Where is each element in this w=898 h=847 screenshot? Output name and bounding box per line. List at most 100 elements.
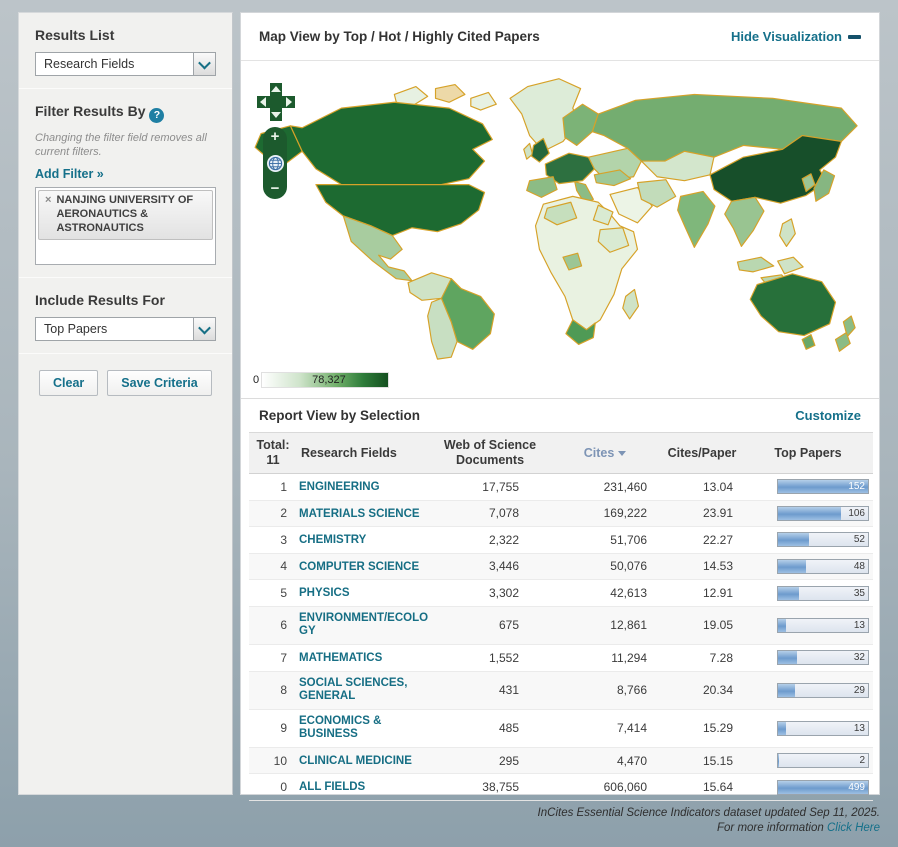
click-here-link[interactable]: Click Here bbox=[827, 822, 880, 834]
top-papers-value: 499 bbox=[848, 781, 865, 793]
row-cites: 8,766 bbox=[549, 670, 661, 710]
top-papers-value: 35 bbox=[853, 587, 865, 599]
column-header-cites-per-paper[interactable]: Cites/Paper bbox=[661, 432, 743, 474]
map-view-title: Map View by Top / Hot / Highly Cited Pap… bbox=[259, 29, 540, 44]
top-papers-value: 32 bbox=[853, 652, 865, 664]
column-header-total: Total: 11 bbox=[249, 432, 297, 474]
research-field-link[interactable]: CLINICAL MEDICINE bbox=[299, 755, 412, 769]
research-field-link[interactable]: SOCIAL SCIENCES, GENERAL bbox=[299, 677, 429, 704]
row-wos-documents: 7,078 bbox=[431, 499, 549, 527]
row-cites-per-paper: 23.91 bbox=[661, 499, 743, 527]
report-table-header-row: Total: 11 Research Fields Web of Science… bbox=[249, 432, 873, 474]
map-view-header: Map View by Top / Hot / Highly Cited Pap… bbox=[241, 13, 879, 61]
world-map[interactable] bbox=[247, 65, 875, 365]
table-row: 0 ALL FIELDS 38,755 606,060 15.64 499 bbox=[249, 773, 873, 801]
research-field-link[interactable]: ECONOMICS & BUSINESS bbox=[299, 715, 429, 742]
more-info-text: For more information bbox=[717, 821, 824, 834]
row-cites: 606,060 bbox=[549, 773, 661, 801]
row-rank: 5 bbox=[249, 579, 297, 607]
remove-filter-icon[interactable]: × bbox=[45, 194, 51, 235]
include-results-dropdown-button[interactable] bbox=[193, 318, 215, 341]
row-wos-documents: 1,552 bbox=[431, 643, 549, 671]
top-papers-bar-fill bbox=[778, 754, 780, 768]
row-cites: 12,861 bbox=[549, 605, 661, 645]
research-field-link[interactable]: ENGINEERING bbox=[299, 481, 380, 495]
help-icon[interactable]: ? bbox=[149, 107, 165, 123]
hide-visualization-link[interactable]: Hide Visualization bbox=[731, 29, 861, 44]
customize-link[interactable]: Customize bbox=[795, 408, 861, 423]
row-rank: 2 bbox=[249, 499, 297, 527]
top-papers-value: 52 bbox=[853, 534, 865, 546]
row-wos-documents: 675 bbox=[431, 605, 549, 645]
column-header-top-papers[interactable]: Top Papers bbox=[743, 432, 873, 474]
row-wos-documents: 38,755 bbox=[431, 773, 549, 801]
research-field-link[interactable]: ENVIRONMENT/ECOLOGY bbox=[299, 612, 429, 639]
filter-tag-label: NANJING UNIVERSITY OF AERONAUTICS & ASTR… bbox=[56, 194, 194, 234]
row-rank: 8 bbox=[249, 670, 297, 710]
top-papers-bar: 13 bbox=[777, 617, 869, 633]
top-papers-value: 152 bbox=[848, 481, 865, 493]
row-rank: 7 bbox=[249, 643, 297, 671]
zoom-out-icon[interactable]: − bbox=[271, 181, 280, 196]
research-field-link[interactable]: CHEMISTRY bbox=[299, 534, 366, 548]
row-cites: 231,460 bbox=[549, 473, 661, 501]
top-papers-bar: 35 bbox=[777, 585, 869, 601]
results-list-title: Results List bbox=[35, 27, 115, 43]
include-results-selected-value: Top Papers bbox=[44, 322, 108, 337]
table-row: 5 PHYSICS 3,302 42,613 12.91 35 bbox=[249, 579, 873, 607]
results-list-dropdown-button[interactable] bbox=[193, 53, 215, 75]
main-panel: Map View by Top / Hot / Highly Cited Pap… bbox=[240, 12, 880, 801]
top-papers-bar-fill bbox=[778, 506, 841, 520]
filter-tag[interactable]: × NANJING UNIVERSITY OF AERONAUTICS & AS… bbox=[38, 190, 213, 241]
row-wos-documents: 2,322 bbox=[431, 526, 549, 554]
report-table: Total: 11 Research Fields Web of Science… bbox=[249, 432, 873, 801]
legend-max-value: 78,327 bbox=[312, 374, 346, 386]
report-table-body: 1 ENGINEERING 17,755 231,460 13.04 152 2… bbox=[249, 473, 873, 801]
row-cites-per-paper: 15.15 bbox=[661, 746, 743, 774]
top-papers-bar: 499 bbox=[777, 779, 869, 795]
research-field-link[interactable]: MATHEMATICS bbox=[299, 652, 382, 666]
row-cites: 11,294 bbox=[549, 643, 661, 671]
dataset-updated-text: InCites Essential Science Indicators dat… bbox=[537, 807, 880, 819]
row-wos-documents: 3,446 bbox=[431, 552, 549, 580]
table-row: 10 CLINICAL MEDICINE 295 4,470 15.15 2 bbox=[249, 746, 873, 774]
total-label: Total: bbox=[256, 438, 290, 452]
row-rank: 10 bbox=[249, 746, 297, 774]
top-papers-bar-fill bbox=[778, 559, 807, 573]
row-wos-documents: 3,302 bbox=[431, 579, 549, 607]
save-criteria-button[interactable]: Save Criteria bbox=[107, 370, 212, 397]
table-row: 4 COMPUTER SCIENCE 3,446 50,076 14.53 48 bbox=[249, 552, 873, 580]
research-field-link[interactable]: COMPUTER SCIENCE bbox=[299, 561, 419, 575]
map-pan-control[interactable] bbox=[255, 81, 297, 123]
legend-gradient-bar: 78,327 bbox=[261, 372, 390, 388]
clear-button[interactable]: Clear bbox=[39, 370, 99, 397]
row-cites-per-paper: 15.29 bbox=[661, 708, 743, 748]
results-list-select[interactable]: Research Fields bbox=[35, 52, 216, 76]
table-row: 7 MATHEMATICS 1,552 11,294 7.28 32 bbox=[249, 643, 873, 671]
filter-list-box[interactable]: × NANJING UNIVERSITY OF AERONAUTICS & AS… bbox=[35, 187, 216, 266]
collapse-icon bbox=[848, 35, 861, 39]
cites-label: Cites bbox=[583, 445, 615, 460]
include-results-select[interactable]: Top Papers bbox=[35, 317, 216, 342]
row-cites: 4,470 bbox=[549, 746, 661, 774]
row-wos-documents: 485 bbox=[431, 708, 549, 748]
top-papers-bar: 29 bbox=[777, 682, 869, 698]
research-field-link[interactable]: ALL FIELDS bbox=[299, 781, 365, 795]
filter-by-title: Filter Results By? bbox=[35, 103, 216, 123]
map-zoom-control[interactable]: + − bbox=[263, 127, 287, 199]
report-view-header: Report View by Selection Customize bbox=[241, 399, 879, 432]
research-field-link[interactable]: PHYSICS bbox=[299, 587, 350, 601]
add-filter-link[interactable]: Add Filter » bbox=[35, 167, 104, 181]
row-cites-per-paper: 22.27 bbox=[661, 526, 743, 554]
row-cites-per-paper: 12.91 bbox=[661, 579, 743, 607]
row-rank: 4 bbox=[249, 552, 297, 580]
globe-icon[interactable] bbox=[266, 154, 284, 172]
column-header-wos-documents[interactable]: Web of Science Documents bbox=[431, 432, 549, 474]
table-row: 9 ECONOMICS & BUSINESS 485 7,414 15.29 1… bbox=[249, 708, 873, 748]
research-field-link[interactable]: MATERIALS SCIENCE bbox=[299, 508, 420, 522]
table-row: 8 SOCIAL SCIENCES, GENERAL 431 8,766 20.… bbox=[249, 670, 873, 710]
row-cites-per-paper: 19.05 bbox=[661, 605, 743, 645]
zoom-in-icon[interactable]: + bbox=[271, 129, 280, 144]
column-header-research-fields[interactable]: Research Fields bbox=[297, 432, 431, 474]
column-header-cites[interactable]: Cites bbox=[549, 432, 661, 474]
